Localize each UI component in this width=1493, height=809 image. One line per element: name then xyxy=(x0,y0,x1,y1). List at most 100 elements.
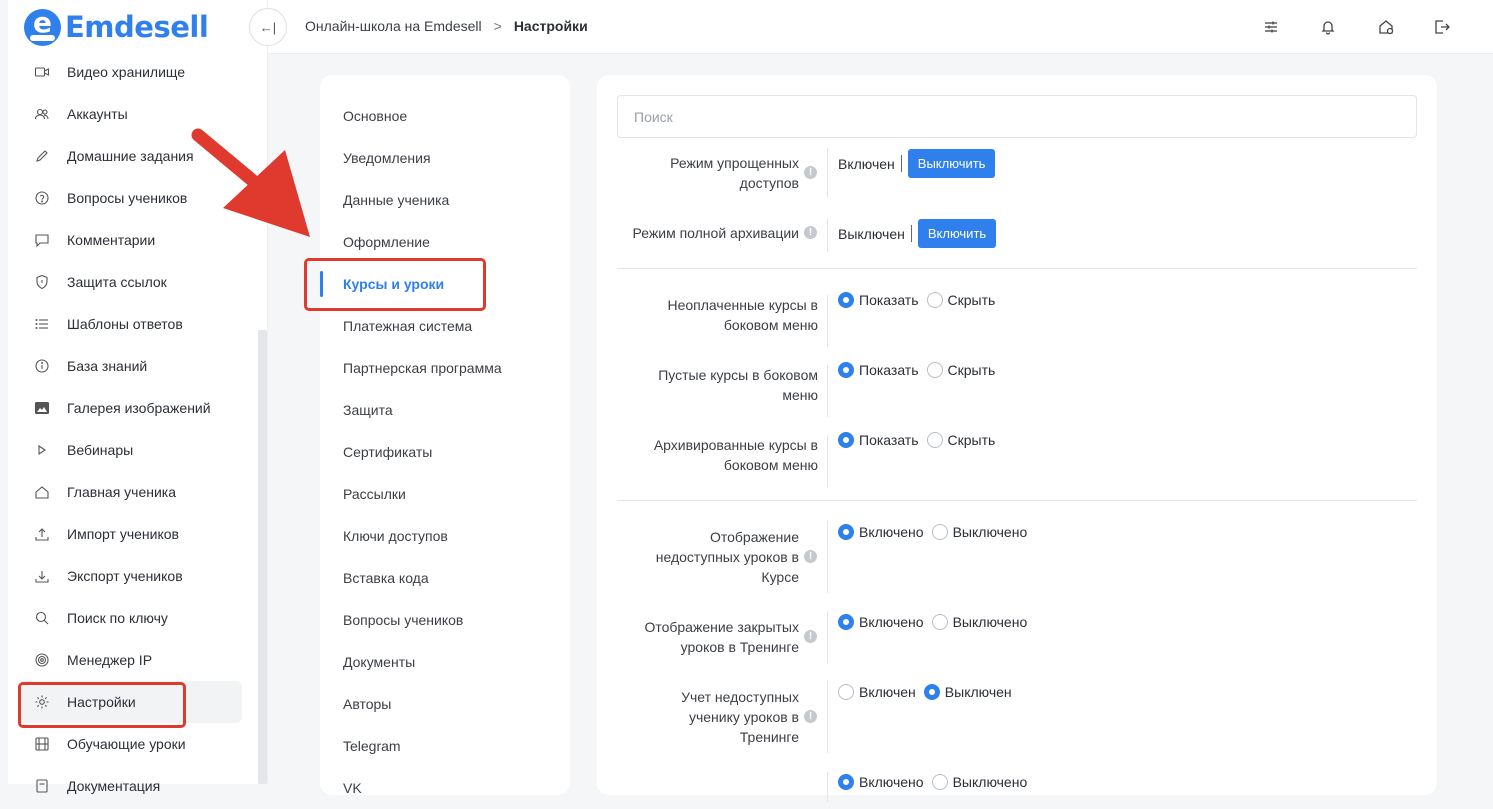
list-icon xyxy=(34,316,50,332)
radio-empty-hide[interactable]: Скрыть xyxy=(926,362,995,378)
info-icon[interactable]: ! xyxy=(804,226,817,239)
label-closed-lessons-training: Отображение закрытых уроков в Тренинге xyxy=(644,619,799,655)
radio-archived-show[interactable]: Показать xyxy=(838,432,919,448)
label-full-archive: Режим полной архивации xyxy=(632,225,799,241)
sidebar-item-label: Защита ссылок xyxy=(67,274,167,290)
bell-icon[interactable] xyxy=(1318,17,1338,37)
info-icon[interactable]: ! xyxy=(804,550,817,563)
sidebar-item-label: Обучающие уроки xyxy=(67,736,186,752)
settings-menu-item[interactable]: Партнерская программа xyxy=(320,347,570,389)
collapse-sidebar-button[interactable]: ←| xyxy=(249,8,287,46)
settings-menu-item[interactable]: Сертификаты xyxy=(320,431,570,473)
radio-closed-training-on[interactable]: Включено xyxy=(838,614,924,630)
settings-menu-item[interactable]: Вставка кода xyxy=(320,557,570,599)
logout-icon[interactable] xyxy=(1432,17,1452,37)
home-settings-icon[interactable] xyxy=(1376,17,1396,37)
radio-archived-hide[interactable]: Скрыть xyxy=(926,432,995,448)
logo[interactable]: e Emdesell xyxy=(24,8,209,46)
sidebar-item[interactable]: Галерея изображений xyxy=(8,387,258,429)
comment-icon xyxy=(34,232,50,248)
radio-count-on[interactable]: Включен xyxy=(838,684,916,700)
status-simplified-access: Включен xyxy=(838,155,895,172)
settings-content: Режим упрощенных доступов ! Включен Выкл… xyxy=(597,75,1437,802)
upload-icon xyxy=(34,526,50,542)
users-icon xyxy=(34,106,50,122)
sidebar-item[interactable]: Шаблоны ответов xyxy=(8,303,258,345)
settings-menu-item[interactable]: VK xyxy=(320,767,570,809)
sidebar: e Emdesell Видео хранилище Аккаунты Домашн… xyxy=(8,0,268,794)
sidebar-item[interactable]: Менеджер IP xyxy=(8,639,258,681)
radio-last-off[interactable]: Выключено xyxy=(931,774,1027,790)
sidebar-item[interactable]: Вебинары xyxy=(8,429,258,471)
enable-full-archive-button[interactable]: Включить xyxy=(917,219,997,248)
radio-count-off[interactable]: Выключен xyxy=(923,684,1012,700)
settings-menu: Основное Уведомления Данные ученика Оформле… xyxy=(320,75,570,796)
radio-empty-show[interactable]: Показать xyxy=(838,362,919,378)
settings-menu-item[interactable]: Уведомления xyxy=(320,137,570,179)
sidebar-item-label: Галерея изображений xyxy=(67,400,211,416)
home-icon xyxy=(34,484,50,500)
label-unpaid-courses: Неоплаченные курсы в боковом меню xyxy=(667,297,819,333)
settings-menu-item[interactable]: Оформление xyxy=(320,221,570,263)
info-icon[interactable]: ! xyxy=(804,166,817,179)
sidebar-item[interactable]: Защита ссылок xyxy=(8,261,258,303)
sidebar-item-label: Вебинары xyxy=(67,442,134,458)
radio-unpaid-hide[interactable]: Скрыть xyxy=(926,292,995,308)
settings-menu-item[interactable]: Основное xyxy=(320,95,570,137)
logo-icon: e xyxy=(24,8,61,46)
sidebar-scrollbar[interactable] xyxy=(258,330,267,784)
sidebar-item-label: Экспорт учеников xyxy=(67,568,183,584)
sidebar-item[interactable]: Главная ученика xyxy=(8,471,258,513)
settings-search-input[interactable] xyxy=(617,95,1417,138)
settings-menu-item[interactable]: Ключи доступов xyxy=(320,515,570,557)
sidebar-item-label: Главная ученика xyxy=(67,484,177,500)
settings-menu-item[interactable]: Вопросы учеников xyxy=(320,599,570,641)
radio-last-on[interactable]: Включено xyxy=(838,774,924,790)
doc-icon xyxy=(34,778,50,794)
radio-unpaid-show[interactable]: Показать xyxy=(838,292,919,308)
settings-menu-item[interactable]: Защита xyxy=(320,389,570,431)
settings-menu-item[interactable]: Документы xyxy=(320,641,570,683)
annotation-arrow-icon xyxy=(191,128,310,237)
settings-menu-item[interactable]: Платежная система xyxy=(320,305,570,347)
image-icon xyxy=(34,400,50,416)
topbar: ←| Онлайн-школа на Emdesell > Настройки xyxy=(249,0,1493,54)
disable-simplified-access-button[interactable]: Выключить xyxy=(907,149,996,178)
sidebar-item[interactable]: База знаний xyxy=(8,345,258,387)
sidebar-item-label: Видео хранилище xyxy=(67,64,186,80)
logo-text: Emdesell xyxy=(65,10,209,44)
divider xyxy=(617,268,1417,269)
sidebar-item[interactable]: Обучающие уроки xyxy=(8,723,258,765)
settings-menu-item[interactable]: Рассылки xyxy=(320,473,570,515)
sidebar-item[interactable]: Документация xyxy=(8,765,258,807)
pencil-icon xyxy=(34,148,50,164)
sidebar-item[interactable]: Поиск по ключу xyxy=(8,597,258,639)
info-icon[interactable]: ! xyxy=(804,630,817,643)
play-icon xyxy=(34,442,50,458)
sidebar-item[interactable]: Экспорт учеников xyxy=(8,555,258,597)
sidebar-item-label: База знаний xyxy=(67,358,148,374)
info-icon[interactable]: ! xyxy=(804,710,817,723)
sliders-icon[interactable] xyxy=(1261,17,1281,37)
settings-menu-item[interactable]: Telegram xyxy=(320,725,570,767)
sidebar-item-label: Аккаунты xyxy=(67,106,128,122)
settings-menu-item[interactable]: Авторы xyxy=(320,683,570,725)
radio-closed-training-off[interactable]: Выключено xyxy=(931,614,1027,630)
film-icon xyxy=(34,736,50,752)
annotation-highlight-settings xyxy=(18,682,186,728)
breadcrumb-root-link[interactable]: Онлайн-школа на Emdesell xyxy=(305,18,482,34)
sidebar-item-label: Вопросы учеников xyxy=(67,190,188,206)
sidebar-item[interactable]: Видео хранилище xyxy=(8,51,258,93)
settings-menu-list: Основное Уведомления Данные ученика Оформле… xyxy=(320,95,570,809)
target-icon xyxy=(34,652,50,668)
radio-unavailable-course-on[interactable]: Включено xyxy=(838,524,924,540)
video-icon xyxy=(34,64,50,80)
settings-menu-item[interactable]: Данные ученика xyxy=(320,179,570,221)
status-full-archive: Выключен xyxy=(838,225,905,242)
label-empty-courses: Пустые курсы в боковом меню xyxy=(658,367,818,403)
search-icon xyxy=(34,610,50,626)
download-icon xyxy=(34,568,50,584)
sidebar-item[interactable]: Импорт учеников xyxy=(8,513,258,555)
sidebar-item-label: Менеджер IP xyxy=(67,652,153,668)
radio-unavailable-course-off[interactable]: Выключено xyxy=(931,524,1027,540)
